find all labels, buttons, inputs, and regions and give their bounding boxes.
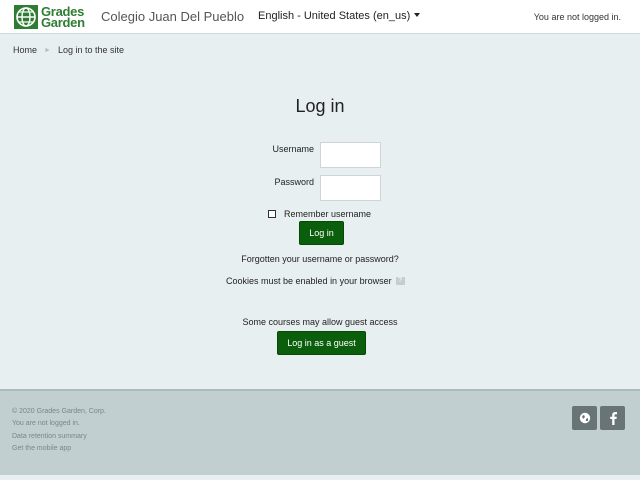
username-label: Username — [272, 144, 314, 154]
footer-copyright: © 2020 Grades Garden, Corp. — [12, 408, 106, 415]
guest-login-button[interactable]: Log in as a guest — [277, 331, 366, 355]
login-status: You are not logged in. — [533, 12, 621, 22]
breadcrumb: Home ► Log in to the site — [13, 45, 124, 55]
breadcrumb-current[interactable]: Log in to the site — [58, 45, 124, 55]
page-title: Log in — [295, 96, 345, 116]
breadcrumb-home[interactable]: Home — [13, 45, 37, 55]
language-menu[interactable]: English - United States (en_us) — [258, 10, 421, 22]
chevron-right-icon: ► — [44, 46, 51, 54]
cookies-note: Cookies must be enabled in your browser … — [226, 276, 405, 286]
logo-text: Grades Garden — [41, 4, 85, 30]
site-logo[interactable]: Grades Garden — [14, 4, 85, 30]
footer-data-retention-link[interactable]: Data retention summary — [12, 433, 87, 440]
password-input[interactable] — [320, 175, 381, 201]
forgot-password-link: Forgotten your username or password? — [241, 254, 399, 264]
chevron-down-icon — [414, 13, 421, 17]
login-button[interactable]: Log in — [299, 221, 344, 245]
footer-mobile-app-link[interactable]: Get the mobile app — [12, 445, 71, 452]
globe-button[interactable] — [572, 406, 597, 430]
guest-note: Some courses may allow guest access — [242, 317, 398, 327]
language-label: English - United States (en_us) — [258, 10, 411, 22]
remember-label: Remember username — [284, 209, 372, 219]
site-name[interactable]: Colegio Juan Del Pueblo — [101, 9, 244, 24]
remember-username[interactable]: Remember username — [268, 209, 371, 219]
globe-logo-icon — [14, 5, 38, 29]
navbar: Grades Garden Colegio Juan Del Pueblo En… — [0, 0, 640, 34]
username-input[interactable] — [320, 142, 381, 168]
globe-icon — [579, 412, 590, 424]
cookies-text: Cookies must be enabled in your browser — [226, 276, 392, 286]
bottom-strip — [0, 475, 640, 480]
footer: © 2020 Grades Garden, Corp. You are not … — [0, 389, 640, 475]
help-icon[interactable]: ? — [395, 277, 405, 285]
footer-login-status: You are not logged in. — [12, 420, 80, 427]
remember-checkbox[interactable] — [268, 210, 276, 218]
password-label: Password — [274, 177, 314, 187]
facebook-button[interactable] — [600, 406, 625, 430]
facebook-icon — [609, 412, 617, 425]
